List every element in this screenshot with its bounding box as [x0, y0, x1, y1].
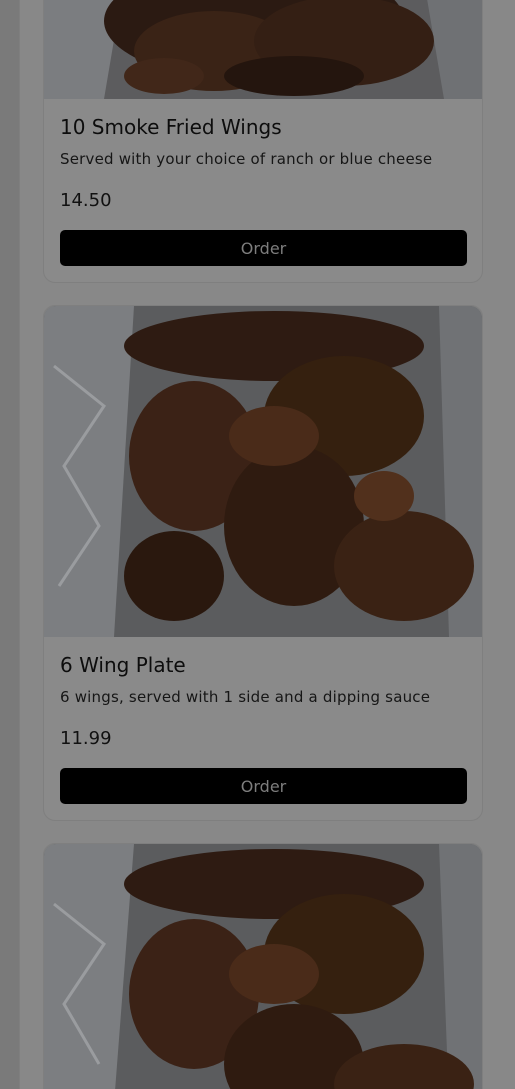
item-description: 6 wings, served with 1 side and a dippin… [60, 688, 431, 706]
menu-item-card: 10 Smoke Fried Wings Served with your ch… [43, 0, 483, 283]
item-title: 6 Wing Plate [60, 653, 186, 677]
order-button[interactable]: Order [60, 230, 467, 266]
item-price: 14.50 [60, 190, 112, 211]
item-description: Served with your choice of ranch or blue… [60, 150, 433, 168]
wings-photo [44, 306, 482, 637]
item-title: 10 Smoke Fried Wings [60, 115, 282, 139]
item-price: 11.99 [60, 728, 112, 749]
order-button[interactable]: Order [60, 768, 467, 804]
wings-photo [44, 0, 482, 99]
menu-page: 10 Smoke Fried Wings Served with your ch… [0, 0, 515, 1089]
wings-photo [44, 844, 482, 1089]
menu-item-card [43, 843, 483, 1089]
menu-item-card: 6 Wing Plate 6 wings, served with 1 side… [43, 305, 483, 821]
